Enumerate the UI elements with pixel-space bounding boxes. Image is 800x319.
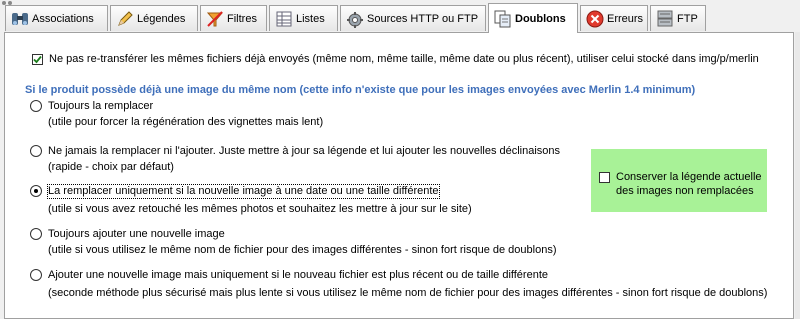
- keep-caption-label-line1: Conserver la légende actuelle: [616, 171, 762, 183]
- keep-caption-checkbox[interactable]: [599, 172, 610, 183]
- list-icon: [276, 11, 292, 26]
- filter-icon: [206, 10, 224, 27]
- no-retransfer-label: Ne pas re-transférer les mêmes fichiers …: [49, 53, 759, 65]
- tab-strip: Associations Légendes Filtres Listes Sou…: [0, 0, 800, 33]
- tab-label: Erreurs: [607, 12, 644, 25]
- option-label: La remplacer uniquement si la nouvelle i…: [47, 184, 440, 199]
- tab-label: Sources HTTP ou FTP: [367, 12, 479, 25]
- binoculars-icon: [12, 12, 28, 25]
- option-label: Toujours ajouter une nouvelle image: [48, 228, 225, 240]
- option-label: Ajouter une nouvelle image mais uniqueme…: [48, 269, 548, 281]
- checkmark-icon: [33, 55, 42, 64]
- tab-ftp[interactable]: FTP: [650, 5, 706, 31]
- option-description: (utile si vous avez retouché les mêmes p…: [48, 203, 472, 215]
- option-label: Ne jamais la remplacer ni l'ajouter. Jus…: [48, 145, 561, 157]
- section-heading: Si le produit possède déjà une image du …: [25, 84, 696, 96]
- gear-icon: [347, 11, 363, 28]
- tab-label: FTP: [677, 12, 698, 25]
- tab-filtres[interactable]: Filtres: [200, 5, 267, 31]
- option-label: Toujours la remplacer: [48, 100, 154, 112]
- radio-add-if-newer[interactable]: [30, 269, 42, 281]
- tab-doublons[interactable]: Doublons: [488, 3, 578, 33]
- tab-sources-http-ftp[interactable]: Sources HTTP ou FTP: [340, 5, 486, 31]
- pencil-icon: [118, 10, 133, 26]
- no-retransfer-checkbox[interactable]: [32, 54, 43, 65]
- option-description: (rapide - choix par défaut): [48, 161, 174, 173]
- tab-label: Filtres: [227, 12, 257, 25]
- tab-label: Doublons: [515, 12, 566, 25]
- radio-replace-if-different[interactable]: [30, 185, 42, 197]
- duplicate-icon: [494, 10, 511, 27]
- ftp-server-icon: [657, 10, 673, 26]
- radio-always-replace[interactable]: [30, 100, 42, 112]
- tab-legendes[interactable]: Légendes: [110, 5, 198, 31]
- radio-always-add[interactable]: [30, 228, 42, 240]
- tab-label: Listes: [296, 12, 325, 25]
- error-icon: [586, 10, 604, 27]
- window-edge: [795, 32, 800, 319]
- tab-erreurs[interactable]: Erreurs: [580, 5, 648, 31]
- keep-caption-label-line2: des images non remplacées: [616, 185, 754, 197]
- radio-dot: [34, 189, 38, 193]
- tab-associations[interactable]: Associations: [5, 5, 108, 31]
- tab-listes[interactable]: Listes: [269, 5, 338, 31]
- tab-label: Légendes: [137, 12, 186, 25]
- radio-never-replace[interactable]: [30, 145, 42, 157]
- tab-label: Associations: [32, 12, 94, 25]
- option-description: (utile pour forcer la régénération des v…: [48, 116, 324, 128]
- option-description: (utile si vous utilisez le même nom de f…: [48, 244, 557, 256]
- option-description: (seconde méthode plus sécurisé mais plus…: [48, 287, 768, 299]
